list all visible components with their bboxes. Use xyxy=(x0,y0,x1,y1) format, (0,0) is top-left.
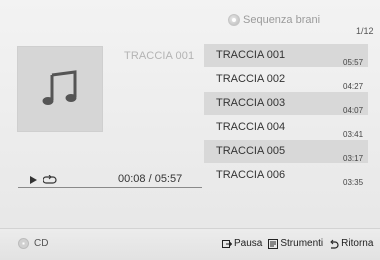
sequence-label: Sequenza brani xyxy=(243,14,321,26)
disc-icon xyxy=(18,238,29,249)
track-title: TRACCIA 005 xyxy=(216,145,286,157)
track-row-3[interactable]: TRACCIA 003 04:07 xyxy=(204,92,368,115)
music-player-screen: Sequenza brani 1/12 TRACCIA 001 00:08 / … xyxy=(0,0,380,260)
pause-action[interactable]: Pausa xyxy=(222,238,262,249)
back-label: Ritorna xyxy=(341,238,374,249)
sequence-button[interactable]: Sequenza brani xyxy=(228,14,320,26)
track-row-2[interactable]: TRACCIA 002 04:27 xyxy=(204,68,368,91)
enter-icon xyxy=(222,239,232,249)
playback-controls: 00:08 / 05:57 xyxy=(18,173,202,187)
album-art xyxy=(17,46,103,132)
track-title: TRACCIA 003 xyxy=(216,97,286,109)
track-title: TRACCIA 002 xyxy=(216,73,286,85)
tools-action[interactable]: Strumenti xyxy=(268,238,323,249)
track-row-4[interactable]: TRACCIA 004 03:41 xyxy=(204,116,368,139)
back-action[interactable]: Ritorna xyxy=(329,238,373,249)
source-indicator: CD xyxy=(18,238,48,249)
play-icon[interactable] xyxy=(30,176,37,184)
track-list: TRACCIA 001 05:57 TRACCIA 002 04:27 TRAC… xyxy=(204,44,368,188)
track-title: TRACCIA 004 xyxy=(216,121,286,133)
track-duration: 04:07 xyxy=(343,106,364,115)
track-row-6[interactable]: TRACCIA 006 03:35 xyxy=(204,164,368,187)
track-title: TRACCIA 006 xyxy=(216,169,286,181)
music-note-icon xyxy=(42,70,77,105)
repeat-icon[interactable] xyxy=(43,175,57,185)
track-title: TRACCIA 001 xyxy=(216,49,286,61)
track-duration: 03:35 xyxy=(343,178,364,187)
progress-bar xyxy=(18,187,202,188)
track-row-5[interactable]: TRACCIA 005 03:17 xyxy=(204,140,368,163)
tools-label: Strumenti xyxy=(280,238,324,249)
track-duration: 05:57 xyxy=(343,58,364,67)
return-icon xyxy=(329,239,339,249)
action-hints: Pausa Strumenti Ritorna xyxy=(220,238,373,249)
time-readout: 00:08 / 05:57 xyxy=(118,173,183,185)
track-row-1[interactable]: TRACCIA 001 05:57 xyxy=(204,44,368,67)
tools-icon xyxy=(268,238,279,249)
pause-label: Pausa xyxy=(234,238,263,249)
source-label: CD xyxy=(34,238,49,249)
track-duration: 03:41 xyxy=(343,130,364,139)
bottom-bar: CD Pausa Strumenti Ritorna xyxy=(0,228,380,260)
now-playing-title: TRACCIA 001 xyxy=(124,50,195,62)
track-duration: 04:27 xyxy=(343,82,364,91)
track-duration: 03:17 xyxy=(343,154,364,163)
page-indicator: 1/12 xyxy=(356,26,374,36)
circle-dots-icon xyxy=(228,14,240,26)
top-bar: Sequenza brani 1/12 xyxy=(0,0,380,42)
